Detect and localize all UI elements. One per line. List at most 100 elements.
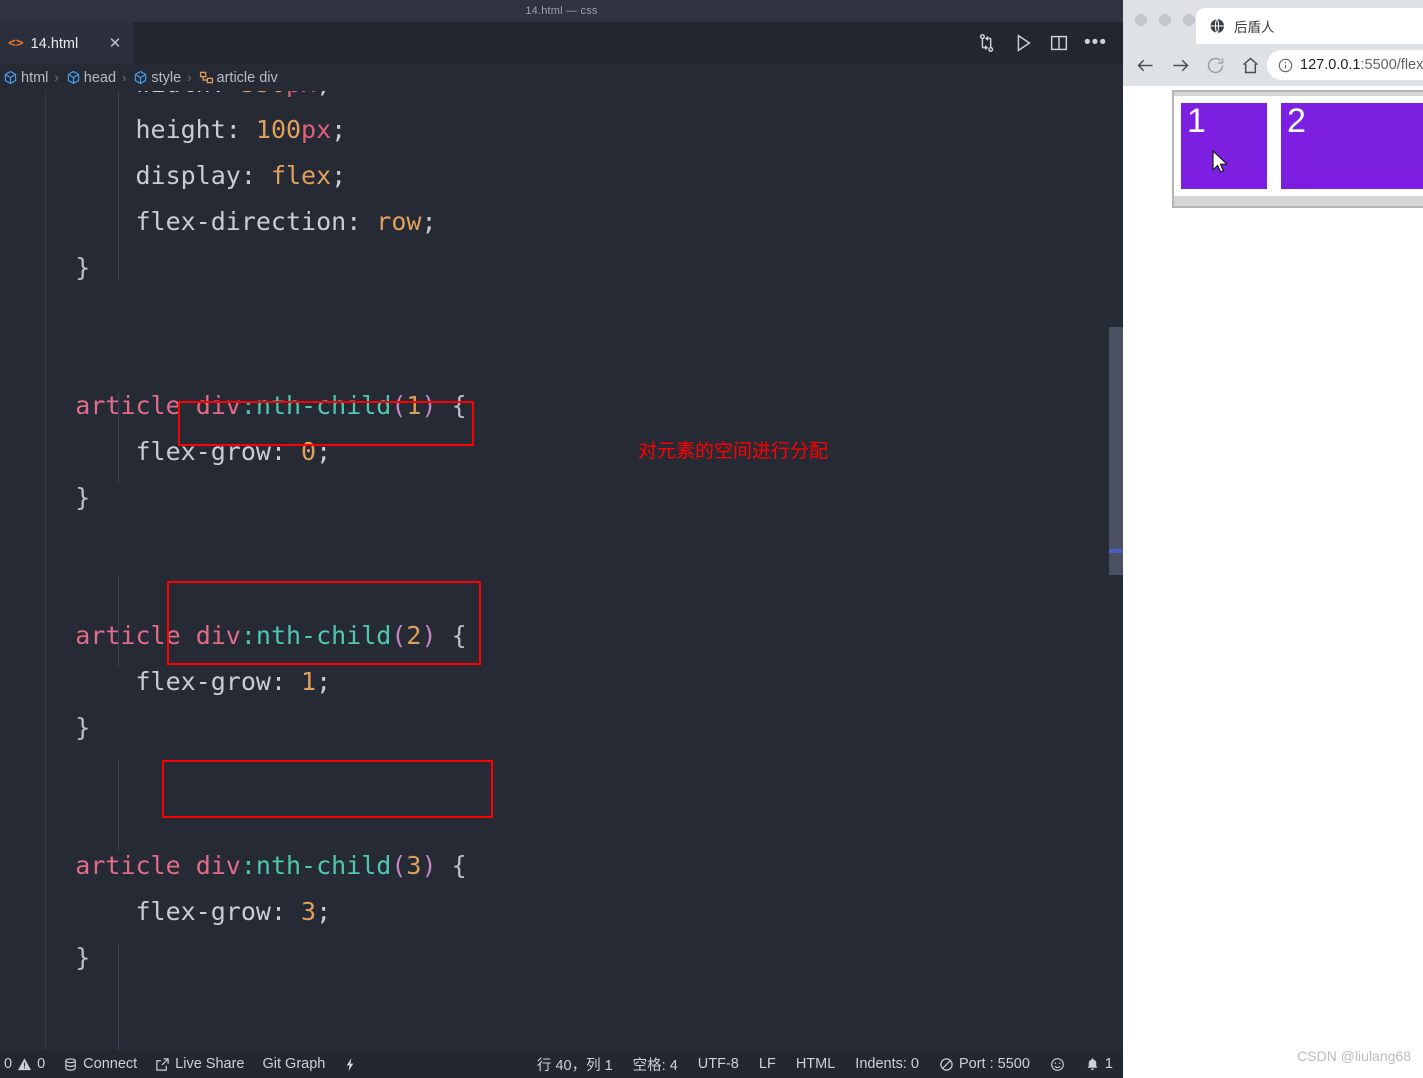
code-token: px xyxy=(286,91,316,98)
split-compare-icon[interactable] xyxy=(976,32,998,54)
code-editor[interactable]: width: 550px; height: 100px; display: fl… xyxy=(0,91,1123,1050)
code-token: : xyxy=(211,91,241,98)
close-icon[interactable]: ✕ xyxy=(107,36,123,51)
breadcrumb: html › head › style › article div xyxy=(0,64,1123,91)
status-bar-left: 0 0 Connect Live Share Git Graph xyxy=(0,1056,358,1072)
status-indents[interactable]: Indents: 0 xyxy=(855,1056,919,1072)
editor-scrollbar-track[interactable] xyxy=(1109,91,1123,1050)
flex-item-2: 2 xyxy=(1274,96,1423,196)
status-lightning[interactable] xyxy=(343,1057,358,1072)
code-line xyxy=(0,751,1123,797)
html-file-icon: <> xyxy=(8,36,24,51)
status-remote-connect[interactable]: Connect xyxy=(63,1056,137,1072)
status-cursor-position[interactable]: 行 40，列 1 xyxy=(537,1054,613,1075)
breadcrumb-separator: › xyxy=(54,70,59,85)
home-button[interactable] xyxy=(1240,55,1261,76)
back-button[interactable] xyxy=(1135,55,1156,76)
bell-icon xyxy=(1085,1057,1100,1072)
code-line xyxy=(0,1027,1123,1050)
more-actions-icon[interactable]: ••• xyxy=(1084,33,1107,52)
code-token: flex-grow xyxy=(135,437,271,466)
code-token: ( xyxy=(391,621,407,650)
code-token: } xyxy=(75,943,91,972)
status-encoding[interactable]: UTF-8 xyxy=(698,1056,739,1072)
lightning-icon xyxy=(343,1057,358,1072)
info-circle-icon[interactable] xyxy=(1278,58,1293,73)
code-token: } xyxy=(75,713,91,742)
breadcrumb-separator: › xyxy=(187,70,192,85)
address-bar[interactable]: 127.0.0.1:5500/flex/ xyxy=(1267,50,1423,80)
status-connect-label: Connect xyxy=(83,1056,138,1072)
forward-button[interactable] xyxy=(1170,55,1191,76)
code-token: { xyxy=(436,621,467,650)
status-live-share-label: Live Share xyxy=(175,1056,245,1072)
warning-icon xyxy=(17,1057,32,1072)
minimize-window-button[interactable] xyxy=(1159,14,1171,26)
code-line: height: 100px; xyxy=(0,107,1123,153)
vscode-window: 14.html — css <> 14.html ✕ ••• html › he… xyxy=(0,0,1123,1078)
status-eol[interactable]: LF xyxy=(759,1056,776,1072)
editor-scrollbar-thumb[interactable] xyxy=(1109,327,1123,575)
status-live-server-port[interactable]: Port : 5500 xyxy=(939,1056,1030,1072)
reload-button[interactable] xyxy=(1205,55,1226,76)
breadcrumb-label: html xyxy=(21,69,49,86)
breadcrumb-item-article-div[interactable]: article div xyxy=(198,69,278,86)
smiley-icon xyxy=(1050,1057,1065,1072)
code-line xyxy=(0,291,1123,337)
indent-guide xyxy=(118,943,119,1050)
code-token: :nth-child xyxy=(240,391,392,420)
browser-tab-title: 后盾人 xyxy=(1234,20,1275,35)
radio-tower-icon xyxy=(939,1057,954,1072)
status-git-graph[interactable]: Git Graph xyxy=(263,1056,326,1072)
status-notification-count: 1 xyxy=(1104,1056,1113,1072)
mouse-cursor-icon xyxy=(1212,150,1229,174)
maximize-window-button[interactable] xyxy=(1183,14,1195,26)
code-token: flex-direction xyxy=(135,207,347,236)
code-token: flex-grow xyxy=(135,897,271,926)
close-window-button[interactable] xyxy=(1135,14,1147,26)
code-token: ; xyxy=(331,161,347,190)
editor-scrollbar-cursor-marker xyxy=(1109,549,1123,553)
breadcrumb-item-style[interactable]: style xyxy=(132,69,181,86)
code-line: flex-grow: 1; xyxy=(0,659,1123,705)
status-feedback[interactable] xyxy=(1050,1057,1065,1072)
code-token: 2 xyxy=(406,621,422,650)
code-token: height xyxy=(135,115,226,144)
code-token: article xyxy=(75,851,181,880)
breadcrumb-item-head[interactable]: head xyxy=(65,69,116,86)
css-rule-icon xyxy=(198,69,215,86)
code-line: article div:nth-child(2) { xyxy=(0,613,1123,659)
code-line xyxy=(0,521,1123,567)
code-token: ; xyxy=(316,91,331,98)
breadcrumb-item-html[interactable]: html xyxy=(2,69,48,86)
status-indentation[interactable]: 空格: 4 xyxy=(633,1054,678,1075)
code-content[interactable]: width: 550px; height: 100px; display: fl… xyxy=(0,91,1123,1050)
code-line: width: 550px; xyxy=(0,91,1123,107)
status-notifications[interactable]: 1 xyxy=(1085,1056,1113,1072)
browser-tab[interactable]: 后盾人 × xyxy=(1196,8,1423,44)
status-language-mode[interactable]: HTML xyxy=(796,1056,835,1072)
code-token: 0 xyxy=(301,437,317,466)
editor-tabbar: <> 14.html ✕ ••• xyxy=(0,22,1123,64)
run-play-icon[interactable] xyxy=(1012,32,1034,54)
code-token: px xyxy=(301,115,332,144)
code-token: : xyxy=(270,667,302,696)
code-token: width xyxy=(135,91,210,98)
status-problems[interactable]: 0 0 xyxy=(4,1056,45,1072)
status-live-share[interactable]: Live Share xyxy=(155,1056,245,1072)
split-editor-icon[interactable] xyxy=(1048,32,1070,54)
editor-tab-14html[interactable]: <> 14.html ✕ xyxy=(0,22,133,64)
code-line xyxy=(0,797,1123,843)
